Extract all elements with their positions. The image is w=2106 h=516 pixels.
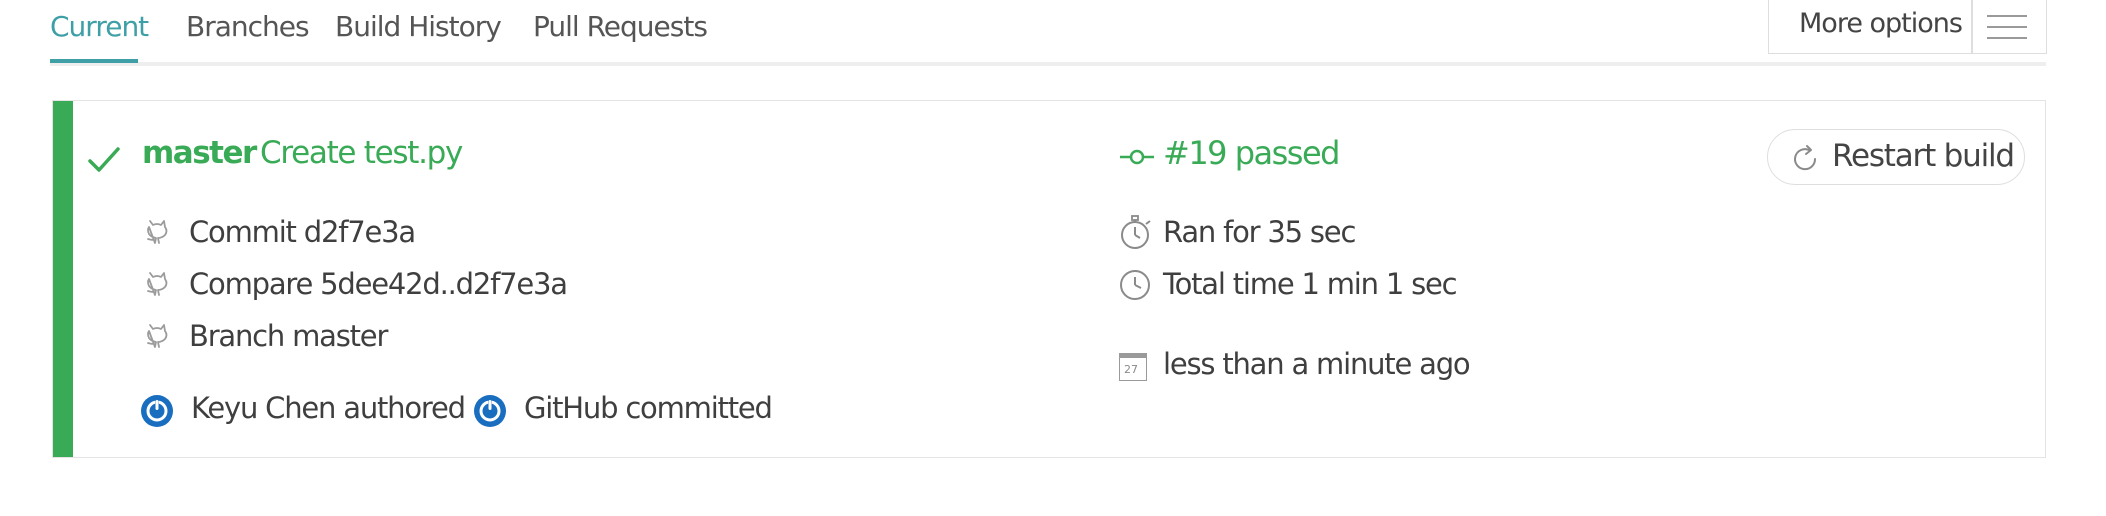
committer-name: GitHub committed	[524, 391, 773, 425]
hamburger-menu-icon[interactable]	[1987, 14, 2031, 40]
finished-time: less than a minute ago	[1163, 347, 1471, 381]
tab-current[interactable]: Current	[50, 10, 149, 43]
restart-build-label: Restart build	[1832, 138, 2015, 174]
commit-node-icon	[1120, 149, 1154, 165]
tab-build-history[interactable]: Build History	[335, 10, 502, 43]
active-tab-indicator	[50, 59, 138, 63]
calendar-icon: 27	[1119, 353, 1149, 383]
committer-avatar	[474, 395, 506, 427]
more-options-label: More options	[1799, 8, 1963, 39]
commit-link[interactable]: Commit d2f7e3a	[189, 215, 416, 249]
build-tabs: Current Branches Build History Pull Requ…	[50, 0, 2046, 66]
more-options-button[interactable]: More options	[1768, 0, 2047, 54]
github-icon	[147, 272, 168, 296]
github-icon	[147, 220, 168, 244]
build-summary-card: master Create test.py Commit d2f7e3a Com…	[52, 100, 2046, 458]
checkmark-icon	[88, 147, 120, 172]
github-icon	[147, 324, 168, 348]
stopwatch-icon	[1121, 215, 1151, 249]
commit-message-link[interactable]: Create test.py	[260, 135, 463, 171]
branch-name-link[interactable]: master	[142, 135, 257, 171]
build-number-status[interactable]: #19 passed	[1163, 134, 1340, 172]
tabs-divider	[50, 62, 2046, 66]
total-time: Total time 1 min 1 sec	[1163, 267, 1458, 301]
author-avatar	[141, 395, 173, 427]
branch-link[interactable]: Branch master	[189, 319, 388, 353]
build-status-stripe	[53, 101, 73, 457]
build-duration: Ran for 35 sec	[1163, 215, 1356, 249]
author-name: Keyu Chen authored	[191, 391, 466, 425]
clock-icon	[1120, 270, 1150, 300]
compare-link[interactable]: Compare 5dee42d..d2f7e3a	[189, 267, 568, 301]
tab-branches[interactable]: Branches	[186, 10, 310, 43]
restart-icon	[1794, 145, 1817, 171]
more-options-separator	[1971, 0, 1973, 53]
calendar-day: 27	[1124, 363, 1138, 376]
restart-build-button[interactable]: Restart build	[1767, 129, 2025, 185]
tab-pull-requests[interactable]: Pull Requests	[533, 10, 708, 43]
